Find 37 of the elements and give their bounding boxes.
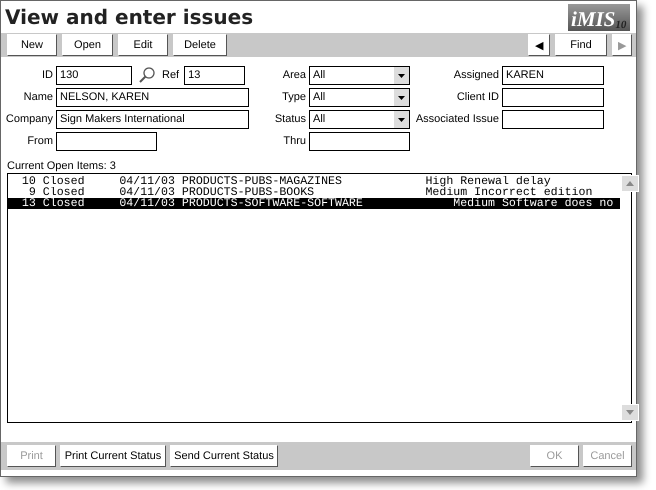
field-label: Name	[24, 91, 53, 103]
text-field[interactable]: Sign Makers International	[56, 110, 249, 128]
field-label: Client ID	[456, 91, 499, 103]
field-label: Company	[6, 113, 53, 125]
button[interactable]: Edit	[118, 34, 168, 56]
button[interactable]: Send Current Status	[170, 445, 278, 467]
button[interactable]: New	[7, 34, 57, 56]
field-label: From	[27, 135, 53, 147]
field-label: Assigned	[454, 69, 499, 81]
text-field[interactable]	[56, 132, 157, 150]
text-field[interactable]: KAREN	[502, 66, 604, 84]
field-label: Associated Issue	[416, 113, 499, 125]
text-field[interactable]	[502, 110, 604, 128]
field-label: Area	[282, 69, 306, 81]
button[interactable]: Print Current Status	[60, 445, 166, 467]
list-caption: Current Open Items: 3	[6, 159, 116, 173]
button[interactable]: Find	[555, 34, 607, 56]
dropdown[interactable]: All	[309, 66, 410, 84]
field-label: Type	[282, 91, 306, 103]
window-title: View and enter issues	[5, 5, 254, 29]
field-label: Thru	[283, 135, 306, 147]
text-field[interactable]: 13	[184, 66, 246, 84]
button[interactable]: Open	[62, 34, 113, 56]
field-label: Ref	[162, 69, 180, 81]
field-label: ID	[42, 69, 53, 81]
button[interactable]: Delete	[173, 34, 227, 56]
dropdown[interactable]: All	[309, 88, 410, 106]
dropdown[interactable]: All	[309, 110, 410, 128]
text-field[interactable]	[309, 132, 410, 150]
scroll-down-icon[interactable]	[621, 404, 639, 421]
text-field[interactable]	[502, 88, 604, 106]
field-label: Status	[274, 113, 306, 125]
button[interactable]: ◀	[528, 34, 550, 56]
text-field[interactable]: NELSON, KAREN	[56, 88, 249, 106]
scroll-up-icon[interactable]	[621, 175, 639, 192]
search-icon[interactable]	[137, 65, 157, 85]
text-field[interactable]: 130	[56, 66, 132, 84]
